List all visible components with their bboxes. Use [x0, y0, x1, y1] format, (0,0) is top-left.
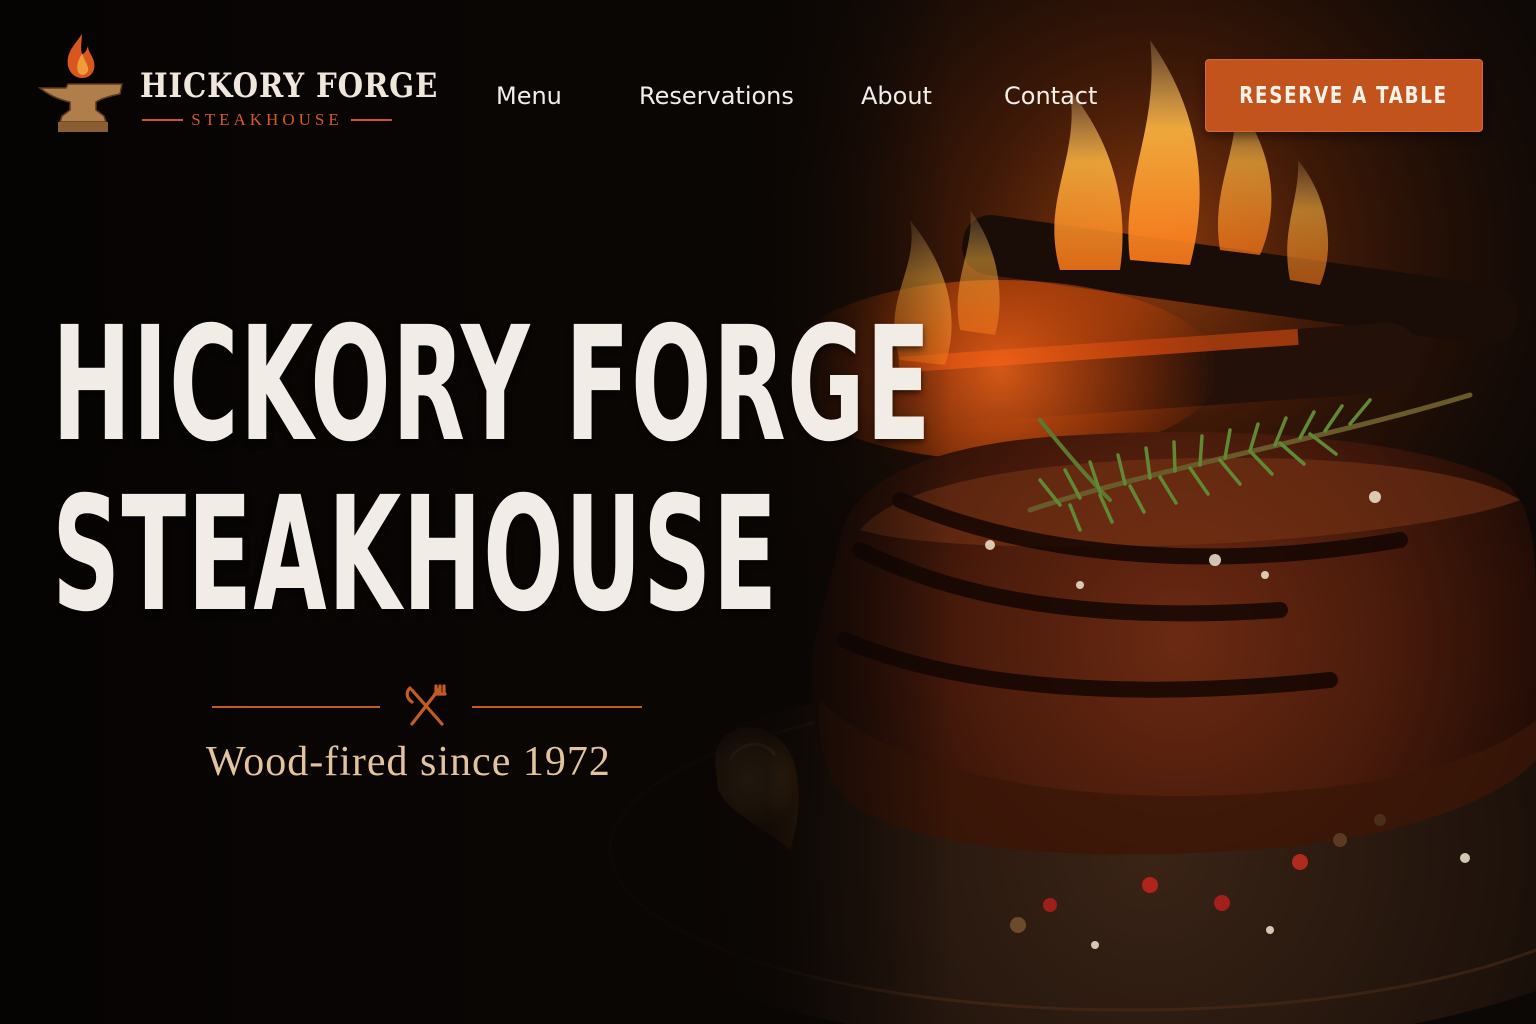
- divider-rule-left: [212, 706, 380, 708]
- subtitle-rule-right: [350, 119, 393, 121]
- reserve-table-button[interactable]: RESERVE A TABLE: [1205, 59, 1483, 132]
- brand-logo[interactable]: HICKORY FORGE STEAKHOUSE: [36, 30, 437, 140]
- brand-name: HICKORY FORGE: [140, 66, 439, 106]
- hero-title-line-1: HICKORY FORGE: [52, 293, 932, 477]
- subtitle-rule-left: [142, 119, 184, 121]
- nav-reservations-link[interactable]: Reservations: [639, 82, 794, 110]
- site-header: HICKORY FORGE STEAKHOUSE Menu Reservatio…: [0, 0, 1536, 190]
- landing-page: HICKORY FORGE STEAKHOUSE Menu Reservatio…: [0, 0, 1536, 1024]
- hero-tagline: Wood-fired since 1972: [206, 739, 611, 785]
- nav-contact-link[interactable]: Contact: [1004, 82, 1097, 110]
- crossed-fork-knife-icon: [405, 684, 447, 726]
- reserve-table-label: RESERVE A TABLE: [1239, 82, 1449, 109]
- brand-subtitle: STEAKHOUSE: [191, 110, 343, 129]
- nav-about-link[interactable]: About: [861, 82, 932, 110]
- hero-divider: [212, 682, 642, 730]
- hero-title-line-2: STEAKHOUSE: [52, 463, 779, 647]
- hero-title: HICKORY FORGE STEAKHOUSE: [52, 293, 932, 647]
- divider-rule-right: [472, 706, 642, 708]
- nav-menu-link[interactable]: Menu: [496, 82, 562, 110]
- brand-subtitle-row: STEAKHOUSE: [142, 110, 393, 130]
- flaming-anvil-icon: [37, 34, 123, 132]
